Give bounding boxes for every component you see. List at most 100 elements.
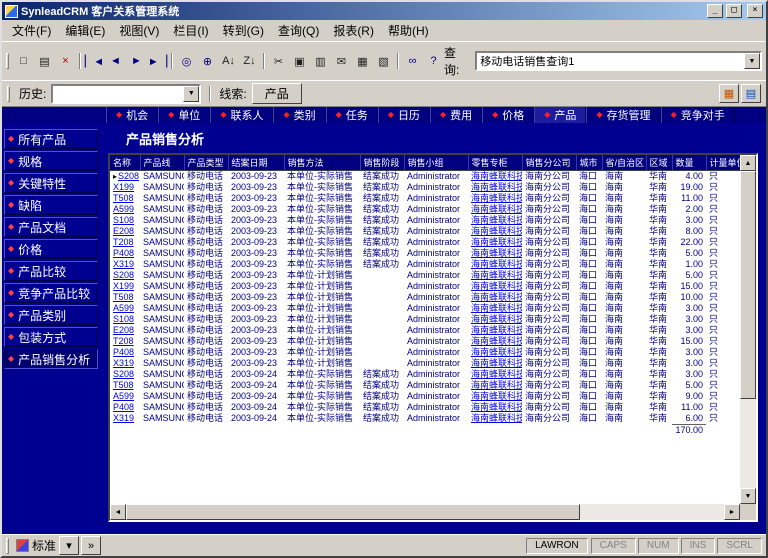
sidebar-item-1[interactable]: ◆规格 bbox=[4, 151, 98, 171]
column-header[interactable]: 产品线 bbox=[140, 155, 184, 171]
menu-item[interactable]: 文件(F) bbox=[5, 20, 58, 41]
table-row[interactable]: T208SAMSUNG移动电话2003-09-23本单位-实际销售结案成功Adm… bbox=[110, 237, 740, 248]
table-row[interactable]: P408SAMSUNG移动电话2003-09-24本单位-实际销售结案成功Adm… bbox=[110, 402, 740, 413]
table-row[interactable]: X199SAMSUNG移动电话2003-09-23本单位-实际销售结案成功Adm… bbox=[110, 182, 740, 193]
module-tab-2[interactable]: ◆联系人 bbox=[210, 107, 273, 123]
sidebar-item-8[interactable]: ◆产品类别 bbox=[4, 305, 98, 325]
retail-counter-link[interactable]: 海南蜂联科技 bbox=[471, 281, 522, 291]
table-row[interactable]: S208SAMSUNG移动电话2003-09-24本单位-实际销售结案成功Adm… bbox=[110, 369, 740, 380]
product-name-link[interactable]: T208 bbox=[113, 336, 134, 346]
column-header[interactable]: 省/自治区 bbox=[602, 155, 646, 171]
sidebar-item-10[interactable]: ◆产品销售分析 bbox=[4, 349, 98, 369]
column-header[interactable]: 计量单位 bbox=[706, 155, 740, 171]
sort-descending-icon[interactable]: Z↓ bbox=[239, 52, 260, 71]
product-name-link[interactable]: S108 bbox=[113, 215, 134, 225]
sidebar-item-2[interactable]: ◆关键特性 bbox=[4, 173, 98, 193]
retail-counter-link[interactable]: 海南蜂联科技 bbox=[471, 303, 522, 313]
menu-item[interactable]: 帮助(H) bbox=[381, 20, 436, 41]
product-name-link[interactable]: T508 bbox=[113, 193, 134, 203]
next-record-icon[interactable]: ► bbox=[126, 52, 147, 71]
toolbar-grip[interactable] bbox=[6, 53, 9, 69]
history-dropdown-icon[interactable]: ▼ bbox=[183, 86, 199, 102]
table-row[interactable]: X319SAMSUNG移动电话2003-09-23本单位-计划销售Adminis… bbox=[110, 358, 740, 369]
sidebar-item-5[interactable]: ◆价格 bbox=[4, 239, 98, 259]
product-name-link[interactable]: S108 bbox=[113, 314, 134, 324]
table-row[interactable]: P408SAMSUNG移动电话2003-09-23本单位-计划销售Adminis… bbox=[110, 347, 740, 358]
scroll-up-icon[interactable]: ▲ bbox=[740, 155, 756, 171]
vertical-scroll-thumb[interactable] bbox=[740, 171, 756, 399]
column-header[interactable]: 区域 bbox=[646, 155, 672, 171]
minimize-button[interactable]: _ bbox=[707, 4, 723, 18]
product-name-link[interactable]: P408 bbox=[113, 402, 134, 412]
table-row[interactable]: X319SAMSUNG移动电话2003-09-24本单位-实际销售结案成功Adm… bbox=[110, 413, 740, 425]
column-header[interactable]: 销售方法 bbox=[284, 155, 360, 171]
vertical-scrollbar[interactable]: ▲ ▼ bbox=[740, 155, 756, 504]
menu-item[interactable]: 栏目(I) bbox=[166, 20, 215, 41]
module-tab-6[interactable]: ◆费用 bbox=[430, 107, 482, 123]
retail-counter-link[interactable]: 海南蜂联科技 bbox=[471, 171, 522, 181]
horizontal-scroll-track[interactable] bbox=[126, 504, 724, 520]
table-row[interactable]: ▸S208SAMSUNG移动电话2003-09-23本单位-实际销售结案成功Ad… bbox=[110, 171, 740, 183]
retail-counter-link[interactable]: 海南蜂联科技 bbox=[471, 237, 522, 247]
retail-counter-link[interactable]: 海南蜂联科技 bbox=[471, 358, 522, 368]
table-row[interactable]: T508SAMSUNG移动电话2003-09-23本单位-实际销售结案成功Adm… bbox=[110, 193, 740, 204]
column-header[interactable]: 数量 bbox=[672, 155, 706, 171]
clue-product-button[interactable]: 产品 bbox=[252, 83, 302, 104]
list-view-icon[interactable]: ▤ bbox=[741, 84, 761, 103]
retail-counter-link[interactable]: 海南蜂联科技 bbox=[471, 248, 522, 258]
scroll-right-icon[interactable]: ► bbox=[724, 504, 740, 520]
retail-counter-link[interactable]: 海南蜂联科技 bbox=[471, 182, 522, 192]
toolbar-overflow-icon[interactable]: » bbox=[81, 536, 101, 555]
menu-item[interactable]: 视图(V) bbox=[112, 20, 166, 41]
table-row[interactable]: E208SAMSUNG移动电话2003-09-23本单位-计划销售Adminis… bbox=[110, 325, 740, 336]
product-name-link[interactable]: E208 bbox=[113, 226, 134, 236]
table-row[interactable]: X319SAMSUNG移动电话2003-09-23本单位-实际销售结案成功Adm… bbox=[110, 259, 740, 270]
table-row[interactable]: P408SAMSUNG移动电话2003-09-23本单位-实际销售结案成功Adm… bbox=[110, 248, 740, 259]
history-combobox[interactable]: ▼ bbox=[51, 84, 201, 104]
table-row[interactable]: A599SAMSUNG移动电话2003-09-23本单位-计划销售Adminis… bbox=[110, 303, 740, 314]
query-combobox[interactable]: 移动电话销售查询1 ▼ bbox=[475, 51, 762, 71]
query-dropdown-icon[interactable]: ▼ bbox=[744, 53, 760, 69]
horizontal-scroll-thumb[interactable] bbox=[126, 504, 580, 520]
column-header[interactable]: 名称 bbox=[110, 155, 140, 171]
history-grip[interactable] bbox=[7, 86, 10, 102]
retail-counter-link[interactable]: 海南蜂联科技 bbox=[471, 325, 522, 335]
column-header[interactable]: 结案日期 bbox=[228, 155, 284, 171]
sidebar-item-9[interactable]: ◆包装方式 bbox=[4, 327, 98, 347]
product-name-link[interactable]: T208 bbox=[113, 237, 134, 247]
column-header[interactable]: 销售小组 bbox=[404, 155, 468, 171]
column-header[interactable]: 销售分公司 bbox=[522, 155, 576, 171]
new-record-icon[interactable]: □ bbox=[13, 52, 34, 71]
column-header[interactable]: 产品类型 bbox=[184, 155, 228, 171]
table-row[interactable]: T208SAMSUNG移动电话2003-09-23本单位-计划销售Adminis… bbox=[110, 336, 740, 347]
menu-item[interactable]: 编辑(E) bbox=[58, 20, 112, 41]
product-name-link[interactable]: X319 bbox=[113, 259, 134, 269]
sidebar-item-7[interactable]: ◆竞争产品比较 bbox=[4, 283, 98, 303]
sort-ascending-icon[interactable]: A↓ bbox=[218, 52, 239, 71]
table-row[interactable]: S108SAMSUNG移动电话2003-09-23本单位-实际销售结案成功Adm… bbox=[110, 215, 740, 226]
column-header[interactable]: 销售阶段 bbox=[360, 155, 404, 171]
module-tab-3[interactable]: ◆类别 bbox=[273, 107, 325, 123]
product-name-link[interactable]: X199 bbox=[113, 182, 134, 192]
zoom-icon[interactable]: ⊕ bbox=[197, 52, 218, 71]
product-name-link[interactable]: S208 bbox=[113, 369, 134, 379]
module-tab-8[interactable]: ◆产品 bbox=[534, 107, 586, 123]
product-name-link[interactable]: S208 bbox=[113, 270, 134, 280]
table-row[interactable]: T508SAMSUNG移动电话2003-09-23本单位-计划销售Adminis… bbox=[110, 292, 740, 303]
retail-counter-link[interactable]: 海南蜂联科技 bbox=[471, 402, 522, 412]
toolbar-dropdown-icon[interactable]: ▾ bbox=[59, 536, 79, 555]
column-header[interactable]: 城市 bbox=[576, 155, 602, 171]
module-tab-10[interactable]: ◆竞争对手 bbox=[661, 107, 735, 123]
last-record-icon[interactable]: ►▕ bbox=[147, 52, 168, 71]
table-row[interactable]: S208SAMSUNG移动电话2003-09-23本单位-计划销售Adminis… bbox=[110, 270, 740, 281]
first-record-icon[interactable]: ▏◄ bbox=[84, 52, 105, 71]
menu-item[interactable]: 报表(R) bbox=[326, 20, 381, 41]
product-name-link[interactable]: A599 bbox=[113, 391, 134, 401]
table-row[interactable]: T508SAMSUNG移动电话2003-09-24本单位-实际销售结案成功Adm… bbox=[110, 380, 740, 391]
table-row[interactable]: A599SAMSUNG移动电话2003-09-24本单位-实际销售结案成功Adm… bbox=[110, 391, 740, 402]
menu-item[interactable]: 转到(G) bbox=[216, 20, 271, 41]
paste-icon[interactable]: ▥ bbox=[310, 52, 331, 71]
retail-counter-link[interactable]: 海南蜂联科技 bbox=[471, 369, 522, 379]
scroll-left-icon[interactable]: ◄ bbox=[110, 504, 126, 520]
product-name-link[interactable]: X319 bbox=[113, 358, 134, 368]
